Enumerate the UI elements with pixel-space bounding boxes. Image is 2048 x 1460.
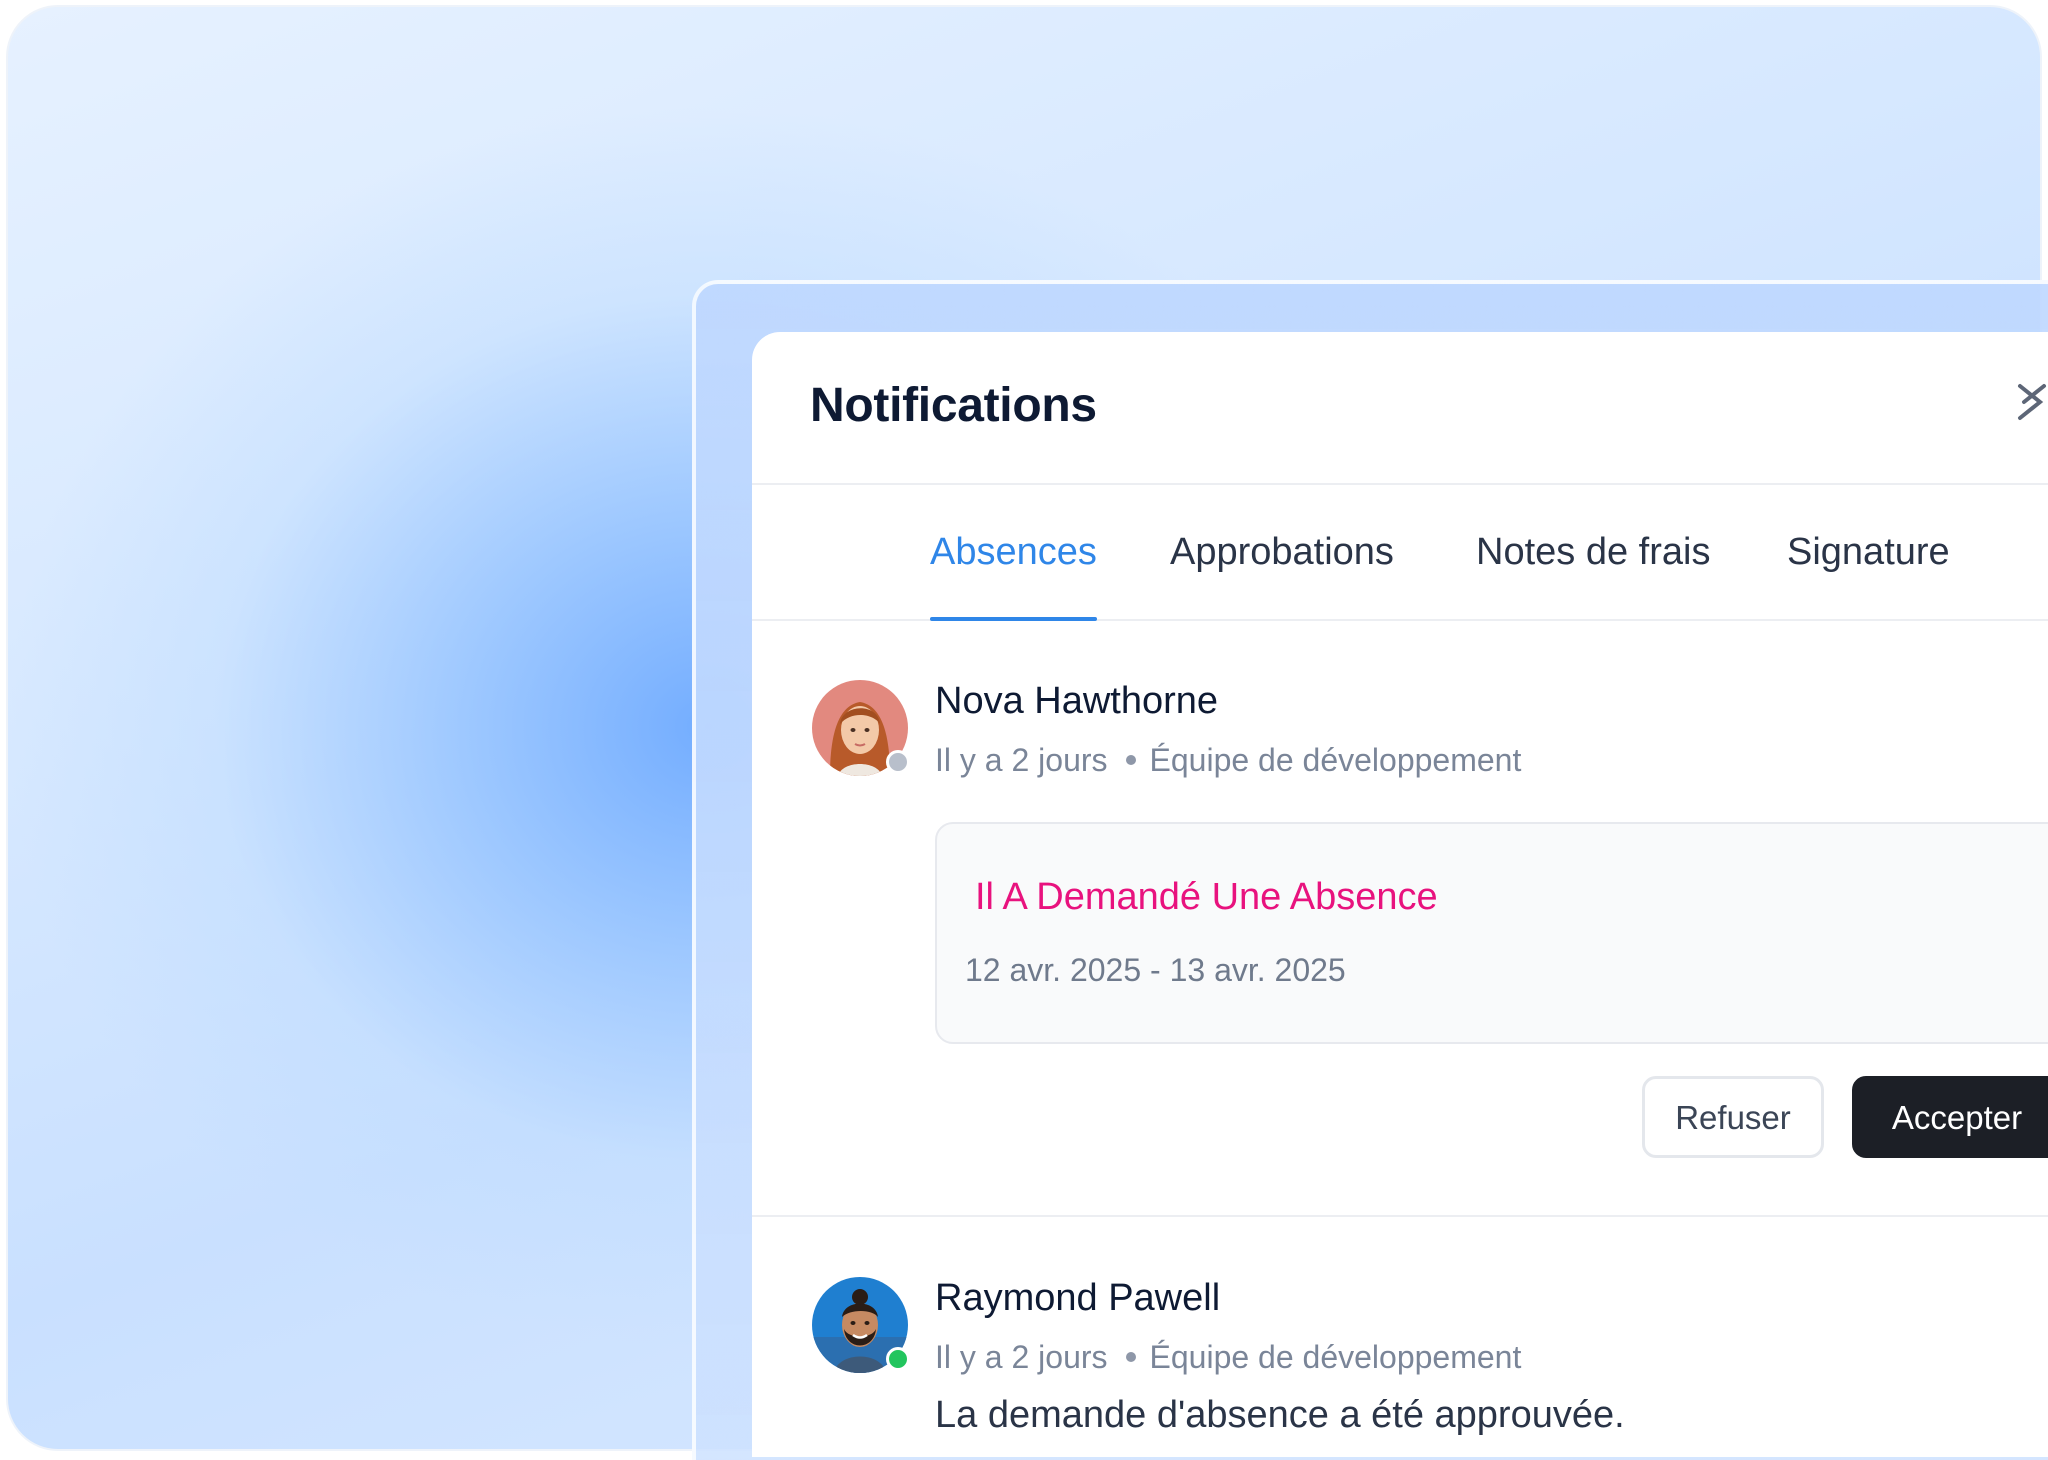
- separator-dot: [1125, 754, 1136, 765]
- presence-indicator: [886, 750, 910, 774]
- avatar: [812, 1277, 910, 1373]
- request-title: Il A Demandé Une Absence: [975, 876, 1438, 918]
- team-name: Équipe de développement: [1149, 1339, 1522, 1375]
- presence-indicator: [886, 1347, 910, 1371]
- tab-bar: Absences Approbations Notes de frais Sig…: [752, 485, 2048, 621]
- tab-absences[interactable]: Absences: [930, 485, 1097, 621]
- notification-time: Il y a 2 jours: [935, 742, 1108, 778]
- separator-dot: [1125, 1351, 1136, 1362]
- tab-notes-de-frais[interactable]: Notes de frais: [1476, 485, 1710, 619]
- notification-message: La demande d'absence a été approuvée.: [935, 1394, 1625, 1436]
- notification-meta: Il y a 2 jours Équipe de développement: [935, 1339, 1521, 1376]
- panel-header: Notifications: [752, 332, 2048, 485]
- sender-name: Nova Hawthorne: [935, 680, 1219, 722]
- refuse-button[interactable]: Refuser: [1642, 1076, 1824, 1158]
- notification-time: Il y a 2 jours: [935, 1339, 1108, 1375]
- team-name: Équipe de développement: [1149, 742, 1522, 778]
- accept-button[interactable]: Accepter: [1852, 1076, 2048, 1158]
- notifications-panel: Notifications Absences Approbations Note…: [752, 332, 2048, 1457]
- absence-request-card: Il A Demandé Une Absence 12 avr. 2025 - …: [935, 822, 2048, 1044]
- notification-meta: Il y a 2 jours Équipe de développement: [935, 742, 1521, 779]
- request-dates: 12 avr. 2025 - 13 avr. 2025: [965, 952, 1346, 988]
- divider: [752, 1215, 2048, 1217]
- sender-name: Raymond Pawell: [935, 1277, 1221, 1319]
- page-title: Notifications: [810, 379, 1097, 432]
- avatar: [812, 680, 910, 776]
- close-icon[interactable]: [2014, 382, 2048, 422]
- tab-signature[interactable]: Signature: [1787, 485, 1950, 619]
- tab-approbations[interactable]: Approbations: [1170, 485, 1394, 619]
